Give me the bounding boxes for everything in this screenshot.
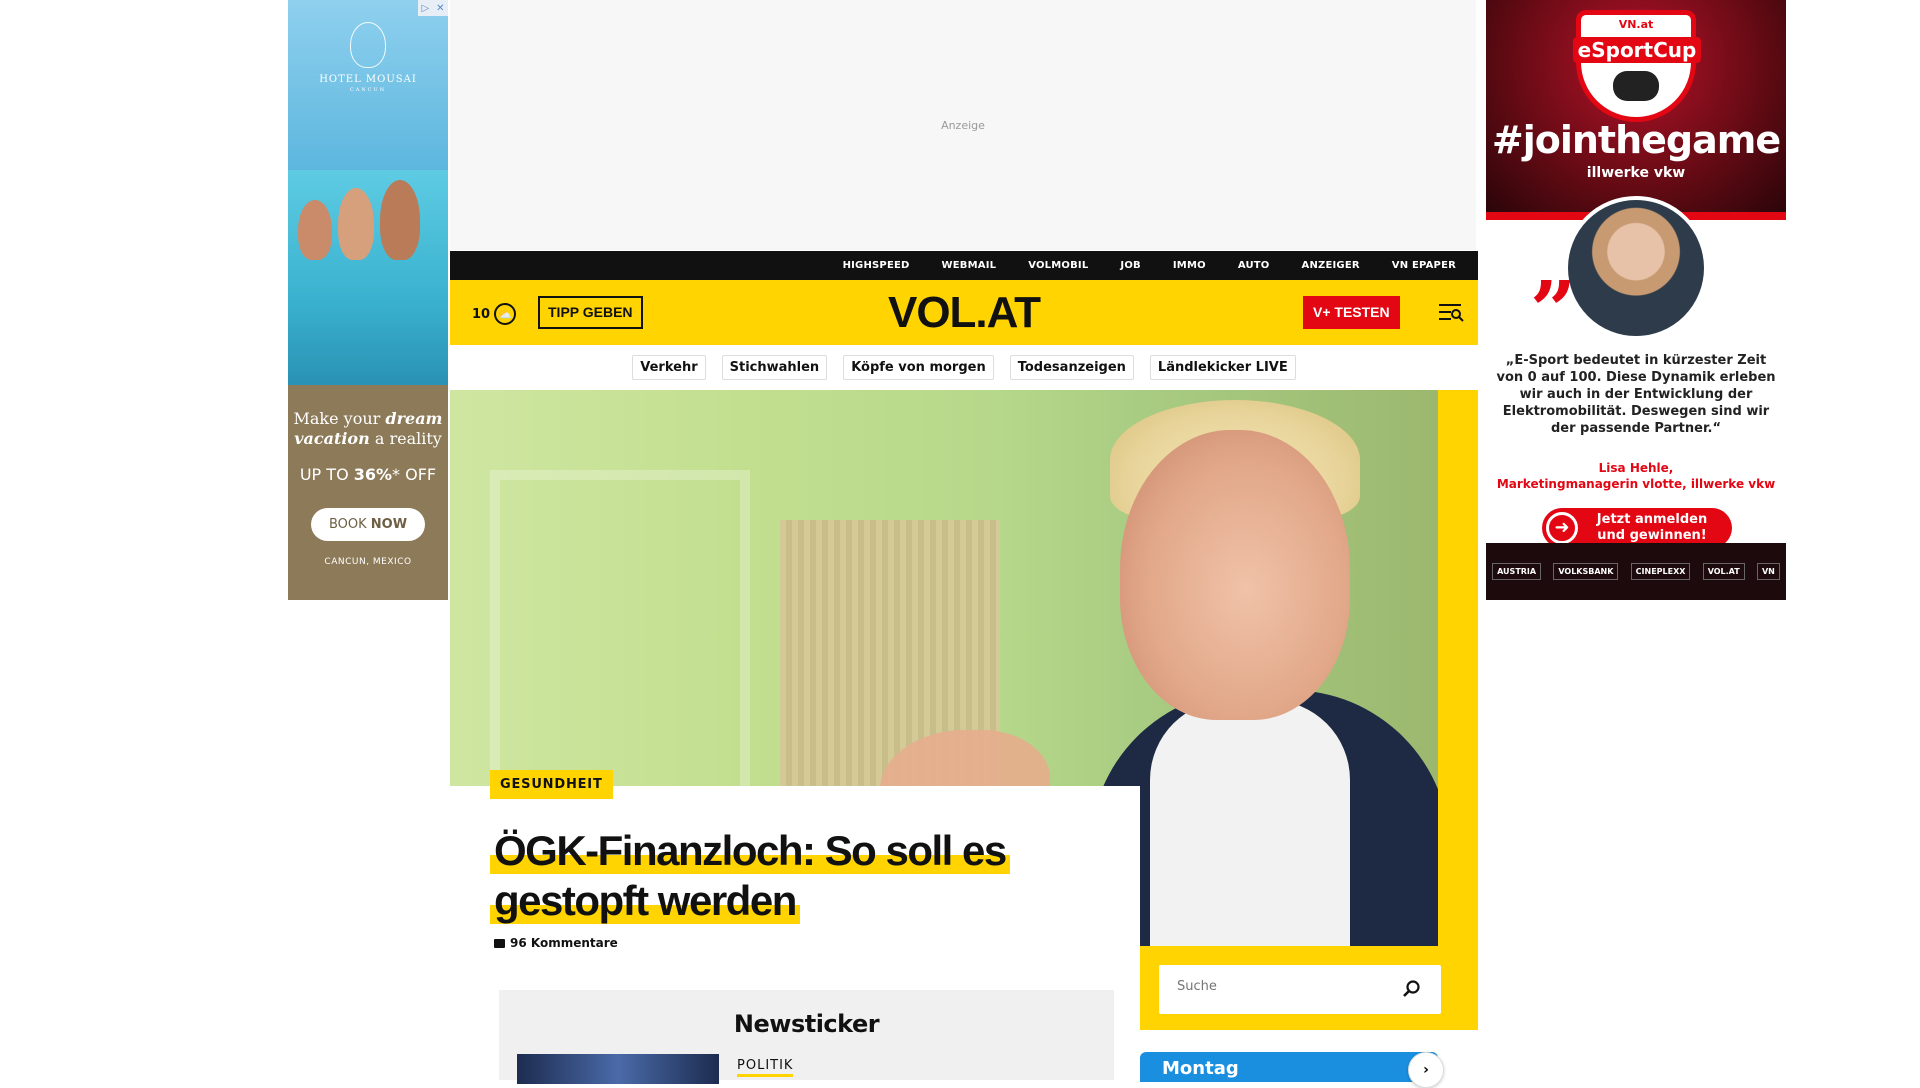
search-icon[interactable] (1402, 979, 1422, 999)
nav-vn-epaper[interactable]: VN EPAPER (1392, 260, 1456, 271)
nav-highspeed[interactable]: HIGHSPEED (843, 260, 910, 271)
temperature: 10 (472, 306, 491, 322)
ad-label: Anzeige (941, 118, 985, 132)
esport-shield-icon: VN.at eSportCup (1573, 10, 1701, 122)
comment-icon (494, 938, 505, 948)
newsticker: Newsticker POLITIK (499, 990, 1114, 1084)
nav-job[interactable]: JOB (1120, 260, 1140, 271)
ad-author: Lisa Hehle, Marketingmanagerin vlotte, il… (1496, 461, 1776, 491)
site-header: VOL.AT 10 ⛅ TIPP GEBEN V+ TESTEN (450, 280, 1478, 345)
vplus-test-button[interactable]: V+ TESTEN (1303, 296, 1400, 329)
ad-hashtag: #jointhegame (1491, 118, 1781, 162)
lead-article-card[interactable]: GESUNDHEIT ÖGK-Finanzloch: So soll es ge… (450, 770, 1140, 980)
nav-auto[interactable]: AUTO (1238, 260, 1270, 271)
ad-photo: HOTEL MOUSAI CANCUN ▷ ✕ (288, 0, 448, 385)
ad-quote: „E-Sport bedeutet in kürzester Zeit von … (1496, 353, 1776, 436)
hotel-logo-icon (350, 22, 386, 68)
article-headline[interactable]: ÖGK-Finanzloch: So soll es gestopft werd… (490, 826, 1090, 926)
gamepad-icon (1613, 71, 1659, 101)
weather-day: Montag (1162, 1058, 1239, 1079)
topic-verkehr[interactable]: Verkehr (632, 355, 706, 380)
quote-icon: ” (1530, 263, 1577, 357)
esport-ad-header: VN.at eSportCup #jointhegame illwerke vk… (1486, 0, 1786, 212)
tipp-geben-button[interactable]: TIPP GEBEN (538, 296, 643, 329)
nav-volmobil[interactable]: VOLMOBIL (1028, 260, 1088, 271)
top-ad-slot: Anzeige (450, 0, 1476, 250)
comment-count[interactable]: 96 Kommentare (494, 936, 618, 950)
weather-widget[interactable]: Montag (1140, 1052, 1438, 1082)
weather-icon: ⛅ (494, 303, 517, 325)
ad-sponsor-name: illwerke vkw (1586, 165, 1686, 181)
avatar (1564, 196, 1708, 340)
topic-todesanzeigen[interactable]: Todesanzeigen (1009, 355, 1134, 380)
topic-stichwahlen[interactable]: Stichwahlen (721, 355, 828, 380)
weather-indicator[interactable]: 10 ⛅ (472, 303, 517, 325)
ad-offer: UP TO 36%* OFF (299, 465, 437, 484)
register-button[interactable]: ➜ Jetzt anmelden und gewinnen! (1542, 508, 1732, 548)
arrow-right-icon: ➜ (1546, 512, 1578, 544)
search-panel (1140, 946, 1478, 1030)
book-now-button[interactable]: BOOK NOW (310, 508, 426, 541)
ad-offer-panel: Make your dream vacation a reality UP TO … (288, 385, 448, 600)
left-ad-banner[interactable]: HOTEL MOUSAI CANCUN ▷ ✕ Make your dream vac… (288, 0, 448, 600)
topic-nav: Verkehr Stichwahlen Köpfe von morgen Tod… (450, 345, 1478, 390)
ticker-category[interactable]: POLITIK (737, 1058, 794, 1077)
menu-search-icon[interactable] (1439, 302, 1464, 322)
newsticker-title: Newsticker (733, 1010, 880, 1038)
ad-location: CANCUN, MEXICO (324, 557, 412, 567)
nav-immo[interactable]: IMMO (1173, 260, 1206, 271)
topic-koepfe-von-morgen[interactable]: Köpfe von morgen (843, 355, 994, 380)
right-ad-banner[interactable]: VN.at eSportCup #jointhegame illwerke vk… (1486, 0, 1786, 600)
ad-tagline: Make your dream vacation a reality (293, 409, 443, 448)
article-category-badge[interactable]: GESUNDHEIT (490, 770, 613, 799)
nav-anzeiger[interactable]: ANZEIGER (1302, 260, 1360, 271)
adchoices-icon[interactable]: ▷ ✕ (418, 0, 448, 16)
sponsor-logos: AUSTRIA VOLKSBANK CINEPLEXX VOL.AT VN (1486, 543, 1786, 600)
hero-side-accent (1438, 390, 1478, 946)
nav-webmail[interactable]: WEBMAIL (942, 260, 997, 271)
ad-brand: HOTEL MOUSAI CANCUN (319, 74, 417, 93)
topic-laendlekicker-live[interactable]: Ländlekicker LIVE (1149, 355, 1296, 380)
search-input[interactable] (1177, 979, 1397, 994)
carousel-next-button[interactable]: › (1408, 1052, 1444, 1088)
search-box (1159, 965, 1441, 1014)
top-service-nav: HIGHSPEED WEBMAIL VOLMOBIL JOB IMMO AUTO… (450, 251, 1478, 280)
